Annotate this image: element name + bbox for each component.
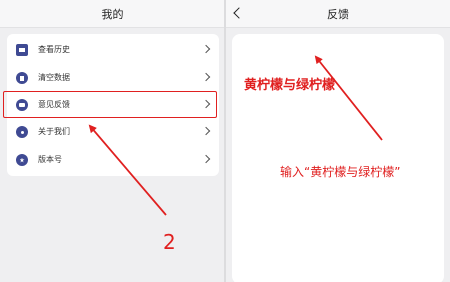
annotation-arrows [88, 55, 383, 216]
arrow-to-textbox [314, 55, 383, 141]
arrow-to-feedback [88, 124, 167, 216]
